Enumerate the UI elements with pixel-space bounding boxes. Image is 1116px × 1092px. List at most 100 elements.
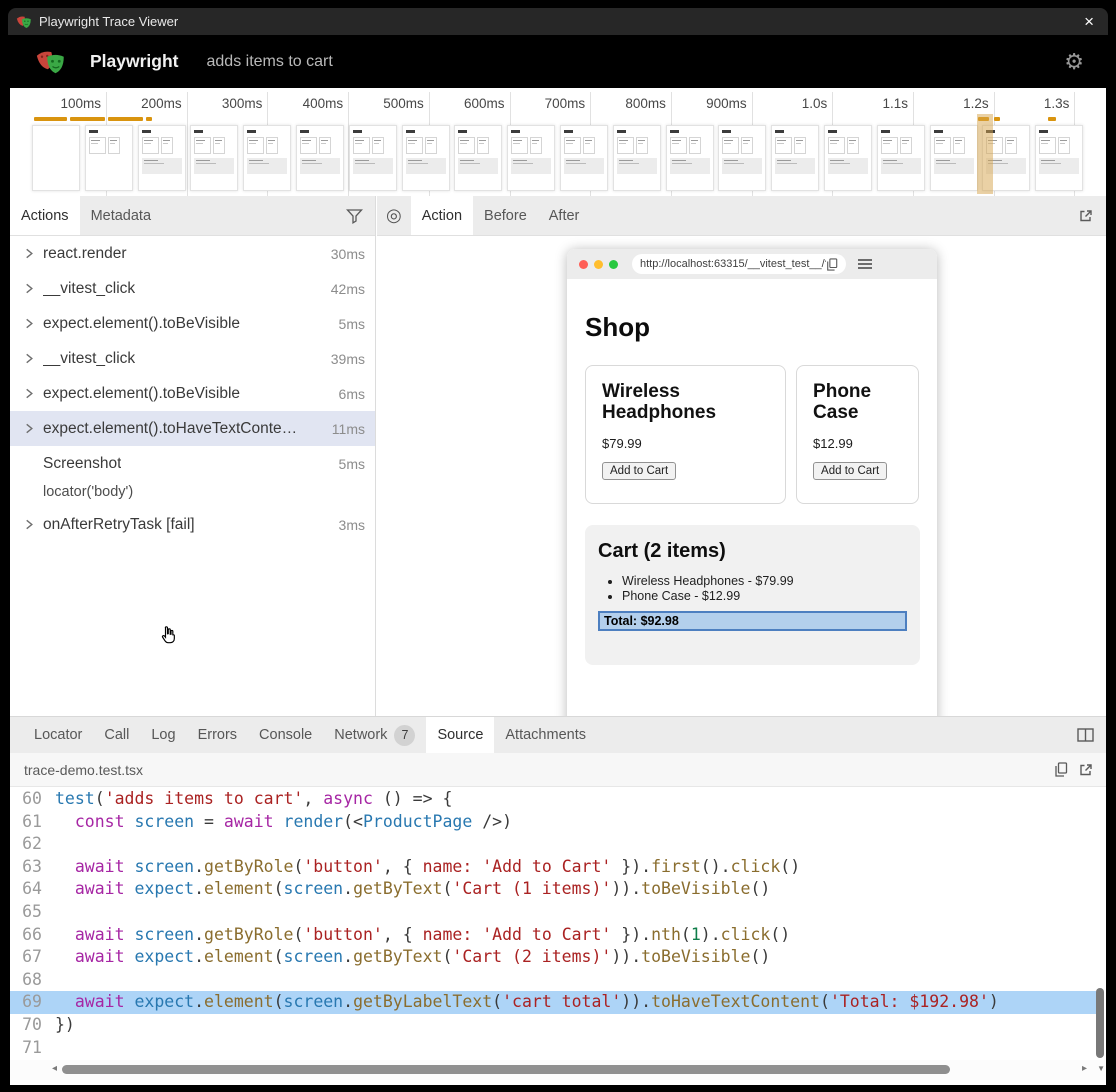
open-snapshot-external-icon[interactable]: [1078, 196, 1094, 235]
shop-page-title: Shop: [585, 312, 937, 343]
timeline-thumbnail[interactable]: [402, 125, 450, 191]
timeline-thumbnail[interactable]: [613, 125, 661, 191]
action-duration: 11ms: [332, 421, 365, 437]
add-to-cart-button[interactable]: Add to Cart: [602, 462, 676, 480]
browser-menu-icon[interactable]: [858, 259, 872, 269]
cart-item: Phone Case - $12.99: [622, 589, 907, 603]
details-tabbar: LocatorCallLogErrorsConsoleNetwork7Sourc…: [10, 717, 1106, 753]
mouse-cursor-icon: [158, 625, 178, 647]
timeline-thumbnail[interactable]: [349, 125, 397, 191]
tab-errors[interactable]: Errors: [187, 717, 248, 753]
tab-after[interactable]: After: [538, 196, 591, 235]
action-item[interactable]: expect.element().toBeVisible 6ms: [10, 376, 375, 411]
code-line: 64 await expect.element(screen.getByText…: [10, 878, 1096, 901]
tab-network[interactable]: Network7: [323, 717, 426, 753]
tab-log[interactable]: Log: [140, 717, 186, 753]
line-number: 68: [10, 969, 42, 992]
action-duration: 42ms: [331, 281, 365, 297]
browser-chrome: http://localhost:63315/__vitest_test__/?…: [567, 249, 937, 279]
action-duration: 30ms: [331, 246, 365, 262]
split-view-icon[interactable]: [1077, 717, 1094, 753]
tab-call[interactable]: Call: [93, 717, 140, 753]
timeline-thumbnail[interactable]: [771, 125, 819, 191]
line-number: 70: [10, 1014, 42, 1037]
timeline-tick-label: 1.0s: [802, 96, 833, 111]
snapshot-viewport: http://localhost:63315/__vitest_test__/?…: [377, 237, 1106, 716]
action-item[interactable]: react.render 30ms: [10, 236, 375, 271]
timeline-thumbnail[interactable]: [32, 125, 80, 191]
horizontal-scrollbar[interactable]: ◂ ▸: [10, 1060, 1106, 1080]
timeline-thumbnail[interactable]: [243, 125, 291, 191]
copy-url-icon[interactable]: [826, 258, 838, 271]
timeline-strip[interactable]: 100ms200ms300ms400ms500ms600ms700ms800ms…: [10, 88, 1106, 196]
tab-before[interactable]: Before: [473, 196, 538, 235]
window-close-button[interactable]: ×: [1084, 12, 1094, 32]
action-item[interactable]: __vitest_click 42ms: [10, 271, 375, 306]
timeline-thumbnail[interactable]: [138, 125, 186, 191]
timeline-action-bar: [34, 117, 67, 121]
vertical-scroll-thumb[interactable]: [1096, 988, 1104, 1058]
timeline-thumbnail[interactable]: [507, 125, 555, 191]
expand-chevron-icon[interactable]: [23, 387, 43, 400]
expand-chevron-icon[interactable]: [23, 422, 43, 435]
timeline-thumbnail[interactable]: [454, 125, 502, 191]
product-card: Phone Case $12.99 Add to Cart: [796, 365, 919, 504]
timeline-action-bar: [1048, 117, 1056, 121]
scroll-down-arrow-icon[interactable]: ▼: [1097, 1064, 1105, 1073]
network-count-badge: 7: [394, 725, 415, 746]
action-item[interactable]: expect.element().toBeVisible 5ms: [10, 306, 375, 341]
timeline-thumbnail[interactable]: [718, 125, 766, 191]
timeline-thumbnail[interactable]: [296, 125, 344, 191]
expand-chevron-icon[interactable]: [23, 317, 43, 330]
cart-section: Cart (2 items) Wireless Headphones - $79…: [585, 525, 920, 665]
timeline-tick-label: 300ms: [222, 96, 268, 111]
expand-chevron-icon[interactable]: [23, 247, 43, 260]
filter-funnel-icon[interactable]: [346, 196, 363, 235]
cart-title: Cart (2 items): [598, 540, 907, 563]
open-source-external-icon[interactable]: [1078, 762, 1094, 778]
timeline-thumbnail[interactable]: [85, 125, 133, 191]
expand-chevron-icon[interactable]: [23, 282, 43, 295]
action-item[interactable]: __vitest_click 39ms: [10, 341, 375, 376]
expand-chevron-icon[interactable]: [23, 352, 43, 365]
code-line: 63 await screen.getByRole('button', { na…: [10, 856, 1096, 879]
line-number: 62: [10, 833, 42, 856]
expand-chevron-icon[interactable]: [23, 518, 43, 531]
tab-locator[interactable]: Locator: [23, 717, 93, 753]
product-price: $12.99: [813, 436, 902, 451]
tab-attachments[interactable]: Attachments: [494, 717, 597, 753]
snapshot-panel: ◎ ActionBeforeAfter http://localhost:6: [377, 196, 1106, 716]
address-bar[interactable]: http://localhost:63315/__vitest_test__/?…: [632, 254, 846, 274]
scroll-left-arrow-icon[interactable]: ◂: [52, 1063, 57, 1074]
settings-gear-icon[interactable]: ⚙: [1064, 49, 1084, 75]
timeline-tick-label: 900ms: [706, 96, 752, 111]
action-item[interactable]: expect.element().toHaveTextConte… 11ms: [10, 411, 375, 446]
timeline-thumbnail[interactable]: [560, 125, 608, 191]
tab-action[interactable]: Action: [411, 196, 473, 235]
copy-source-icon[interactable]: [1054, 762, 1068, 777]
tab-metadata[interactable]: Metadata: [80, 196, 162, 235]
vertical-scrollbar[interactable]: ▼: [1096, 788, 1105, 1060]
tab-source[interactable]: Source: [426, 717, 494, 753]
code-line: 60 test('adds items to cart', async () =…: [10, 788, 1096, 811]
action-duration: 6ms: [339, 386, 365, 402]
timeline-action-bar: [108, 117, 143, 121]
add-to-cart-button[interactable]: Add to Cart: [813, 462, 887, 480]
product-name: Wireless Headphones: [602, 381, 769, 423]
horizontal-scroll-thumb[interactable]: [62, 1065, 950, 1074]
line-number: 65: [10, 901, 42, 924]
source-code-view[interactable]: 60 test('adds items to cart', async () =…: [10, 788, 1096, 1060]
timeline-thumbnail[interactable]: [666, 125, 714, 191]
action-item[interactable]: onAfterRetryTask [fail] 3ms: [10, 507, 375, 542]
code-line: 61 const screen = await render(<ProductP…: [10, 811, 1096, 834]
pick-locator-target-icon[interactable]: ◎: [377, 196, 411, 235]
timeline-thumbnail[interactable]: [930, 125, 978, 191]
tab-actions[interactable]: Actions: [10, 196, 80, 235]
scroll-right-arrow-icon[interactable]: ▸: [1082, 1063, 1087, 1074]
timeline-thumbnail[interactable]: [1035, 125, 1083, 191]
tab-console[interactable]: Console: [248, 717, 323, 753]
timeline-thumbnail[interactable]: [190, 125, 238, 191]
timeline-thumbnail[interactable]: [877, 125, 925, 191]
action-item[interactable]: Screenshot 5ms: [10, 446, 375, 481]
timeline-thumbnail[interactable]: [824, 125, 872, 191]
